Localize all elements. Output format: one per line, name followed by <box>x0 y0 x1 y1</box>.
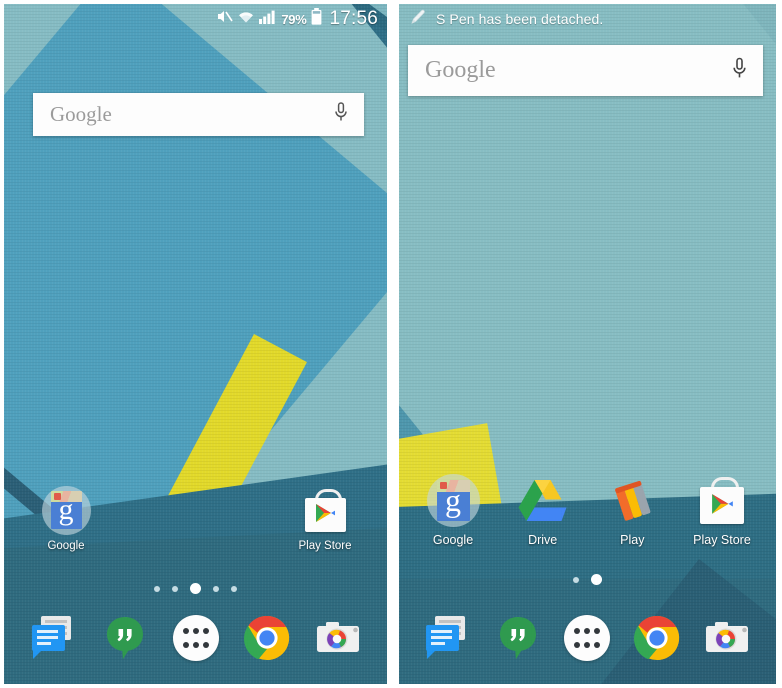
page-dot-active[interactable] <box>591 574 602 585</box>
hangouts-icon[interactable] <box>493 613 543 663</box>
play-store-icon[interactable] <box>695 474 748 527</box>
google-folder-icon[interactable]: g <box>426 474 480 527</box>
app-drawer-icon[interactable] <box>171 613 221 663</box>
right-phone-screen: S Pen has been detached. Google g Google <box>391 0 782 688</box>
app-icon-google-folder[interactable]: g Google <box>417 474 489 547</box>
mute-icon <box>216 9 233 29</box>
microphone-icon[interactable] <box>334 102 348 127</box>
page-dot[interactable] <box>154 585 160 592</box>
notification-text: S Pen has been detached. <box>436 11 604 27</box>
chrome-icon[interactable] <box>632 613 682 663</box>
s-pen-icon <box>409 8 427 31</box>
app-drawer-icon[interactable] <box>562 613 612 663</box>
camera-icon[interactable] <box>702 613 752 663</box>
wifi-icon <box>238 10 254 29</box>
app-icon-play-store[interactable]: Play Store <box>289 486 361 552</box>
notification-bar[interactable]: S Pen has been detached. <box>399 4 776 34</box>
play-store-icon[interactable] <box>301 486 350 535</box>
dual-screenshot-container: 79% 17:56 Google g Google Play Store S P… <box>0 0 782 688</box>
app-label: Play Store <box>298 540 352 552</box>
clock-label: 17:56 <box>329 8 378 29</box>
google-folder-icon[interactable]: g <box>41 486 91 535</box>
cellular-signal-icon <box>259 10 276 29</box>
app-row: g Google Drive Play Play Store <box>399 474 776 547</box>
google-play-games-icon[interactable] <box>606 474 659 527</box>
app-icon-play-games[interactable]: Play <box>596 474 668 547</box>
chrome-icon[interactable] <box>242 613 292 663</box>
app-icon-google-folder[interactable]: g Google <box>30 486 102 552</box>
app-label: Drive <box>528 533 558 547</box>
app-label: Google <box>47 540 85 552</box>
microphone-icon[interactable] <box>732 57 747 84</box>
app-icon-drive[interactable]: Drive <box>507 474 579 547</box>
app-row: g Google Play Store <box>4 486 387 552</box>
right-screen-content: S Pen has been detached. Google g Google <box>399 4 776 684</box>
page-dot[interactable] <box>231 585 237 592</box>
google-search-bar[interactable]: Google <box>33 93 364 136</box>
page-dot[interactable] <box>213 585 219 592</box>
google-search-bar[interactable]: Google <box>408 45 763 96</box>
page-dot[interactable] <box>573 576 579 583</box>
app-label: Play <box>620 533 645 547</box>
left-screen-content: 79% 17:56 Google g Google Play Store <box>4 4 387 684</box>
google-drive-icon[interactable] <box>516 474 569 527</box>
messenger-icon[interactable] <box>29 613 79 663</box>
page-indicator[interactable] <box>399 574 776 585</box>
messenger-icon[interactable] <box>423 613 473 663</box>
app-label: Google <box>432 533 474 547</box>
page-dot[interactable] <box>172 585 178 592</box>
left-phone-screen: 79% 17:56 Google g Google Play Store <box>0 0 391 688</box>
search-input[interactable]: Google <box>408 57 732 84</box>
battery-icon <box>311 8 322 30</box>
search-input[interactable]: Google <box>33 102 334 127</box>
dock <box>399 598 776 678</box>
camera-icon[interactable] <box>313 613 363 663</box>
page-dot-active[interactable] <box>190 583 201 594</box>
page-indicator[interactable] <box>4 583 387 594</box>
dock <box>4 598 387 678</box>
app-icon-play-store[interactable]: Play Store <box>686 474 758 547</box>
hangouts-icon[interactable] <box>100 613 150 663</box>
app-label: Play Store <box>693 533 751 547</box>
status-bar[interactable]: 79% 17:56 <box>4 4 387 34</box>
battery-percent-label: 79% <box>281 11 307 27</box>
